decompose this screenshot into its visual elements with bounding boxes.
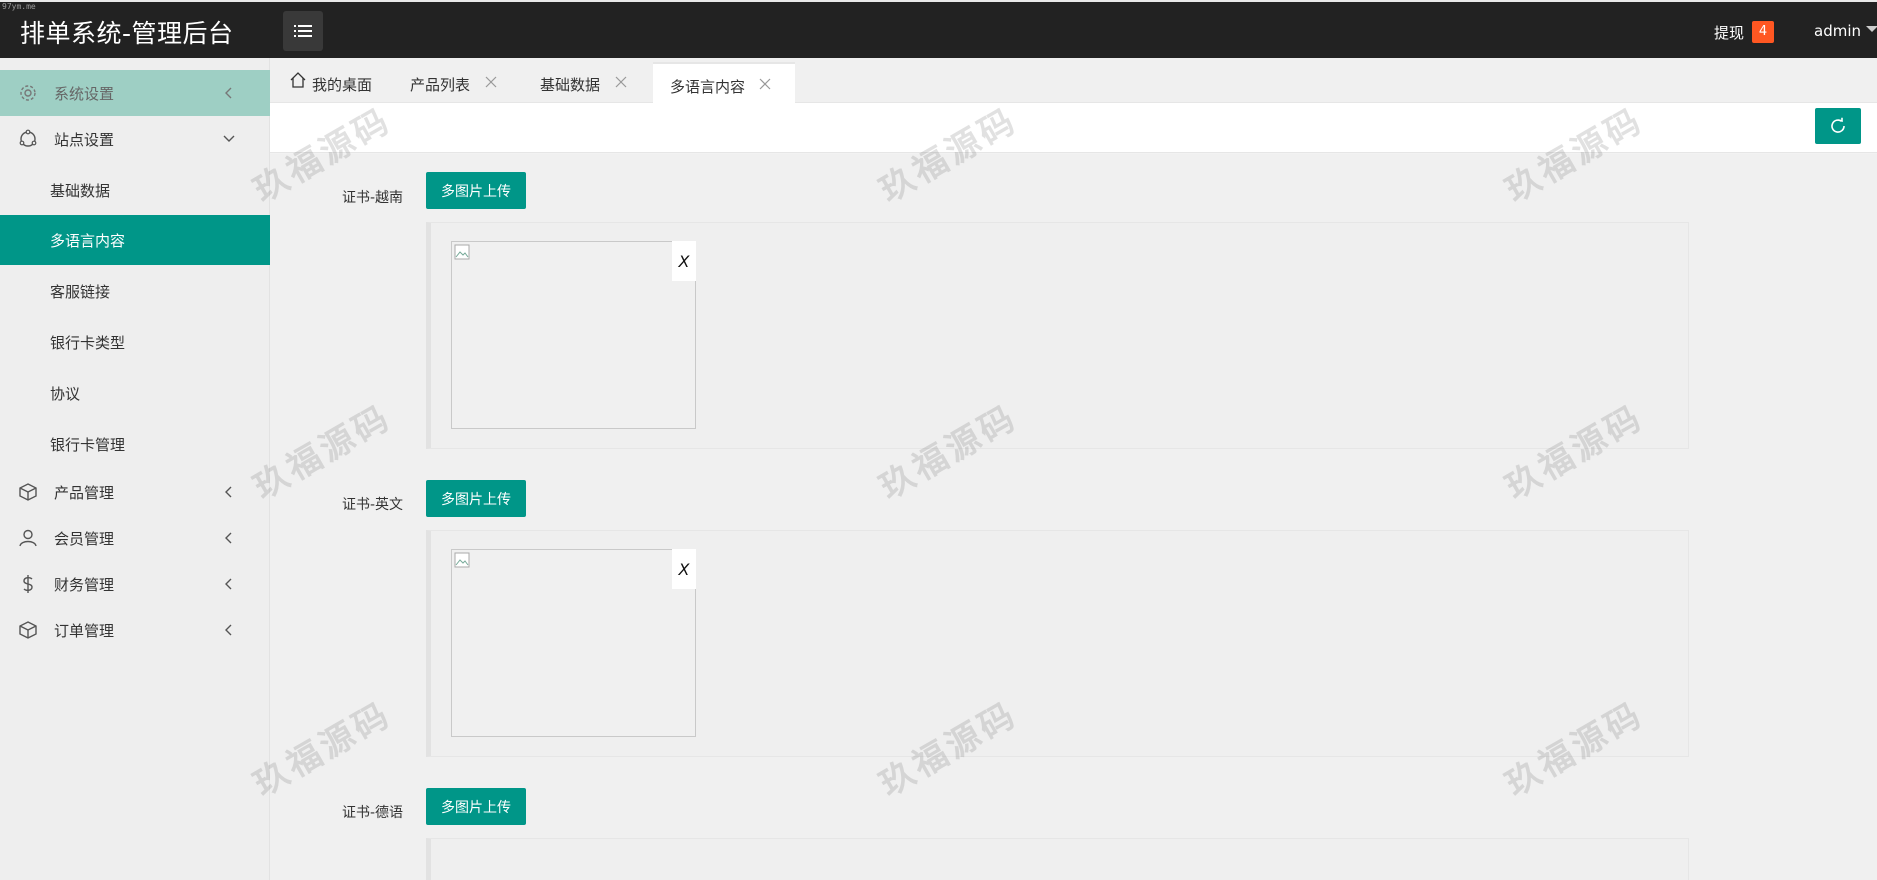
refresh-icon xyxy=(1831,117,1845,133)
tab-bar: 我的桌面 产品列表 基础数据 多语言内容 xyxy=(270,58,1877,103)
sidebar-subitem-bank-card-management[interactable]: 银行卡管理 xyxy=(0,419,270,469)
sidebar-subitem-label: 客服链接 xyxy=(50,283,111,301)
sidebar-subitem-label: 基础数据 xyxy=(50,182,111,200)
sidebar-subitem-label: 银行卡类型 xyxy=(50,334,126,352)
box-icon xyxy=(19,483,37,501)
sidebar-subitem-service-link[interactable]: 客服链接 xyxy=(0,266,270,316)
sidebar-subitem-label: 银行卡管理 xyxy=(50,436,126,454)
withdraw-count-badge: 4 xyxy=(1752,21,1774,43)
multi-image-upload-button[interactable]: 多图片上传 xyxy=(426,172,526,209)
tab-product-list[interactable]: 产品列表 xyxy=(386,62,516,103)
sidebar-subitem-label: 多语言内容 xyxy=(50,232,126,250)
sidebar-subitem-multilang-content[interactable]: 多语言内容 xyxy=(0,215,270,265)
chevron-left-icon xyxy=(225,578,232,590)
chevron-left-icon xyxy=(225,532,232,544)
content-toolbar xyxy=(270,103,1877,153)
sidebar-item-label: 产品管理 xyxy=(54,483,115,502)
sidebar-item-label: 站点设置 xyxy=(54,130,115,149)
sidebar-item-label: 会员管理 xyxy=(54,529,115,548)
app-title: 排单系统-管理后台 xyxy=(20,19,234,48)
tab-basic-data[interactable]: 基础数据 xyxy=(516,62,646,103)
withdraw-link[interactable]: 提现 xyxy=(1714,22,1744,43)
close-icon[interactable] xyxy=(758,77,772,91)
tab-label: 产品列表 xyxy=(410,76,471,94)
tab-label: 基础数据 xyxy=(540,76,601,94)
menu-toggle-button[interactable] xyxy=(283,11,323,51)
sidebar-item-label: 财务管理 xyxy=(54,575,115,594)
chevron-left-icon xyxy=(225,87,232,99)
image-list-panel: X xyxy=(426,530,1689,757)
tab-label: 我的桌面 xyxy=(312,76,373,94)
image-list-panel xyxy=(426,838,1689,880)
dollar-icon xyxy=(23,575,33,593)
broken-image-icon xyxy=(454,244,470,260)
image-list-panel: X xyxy=(426,222,1689,449)
user-icon xyxy=(19,529,37,547)
delete-image-button[interactable]: X xyxy=(672,549,696,589)
sidebar-item-label: 订单管理 xyxy=(54,621,115,640)
refresh-button[interactable] xyxy=(1815,108,1861,144)
uploaded-image xyxy=(451,241,696,429)
gear-icon xyxy=(20,85,36,101)
sidebar-item-site-settings[interactable]: 站点设置 xyxy=(0,116,270,162)
list-menu-icon xyxy=(294,25,312,37)
home-icon xyxy=(290,72,306,88)
sidebar-subitem-agreement[interactable]: 协议 xyxy=(0,368,270,418)
broken-image-icon xyxy=(454,552,470,568)
order-box-icon xyxy=(19,621,37,639)
multi-image-upload-button[interactable]: 多图片上传 xyxy=(426,788,526,825)
sidebar-subitem-bank-card-type[interactable]: 银行卡类型 xyxy=(0,317,270,367)
sidebar-item-product-management[interactable]: 产品管理 xyxy=(0,469,270,515)
sidebar-subitem-basic-data[interactable]: 基础数据 xyxy=(0,165,270,215)
multi-image-upload-button[interactable]: 多图片上传 xyxy=(426,480,526,517)
tab-my-desktop[interactable]: 我的桌面 xyxy=(270,62,386,103)
uploaded-image xyxy=(451,549,696,737)
corner-watermark-text: 97ym.me xyxy=(2,2,36,11)
sidebar-item-member-management[interactable]: 会员管理 xyxy=(0,515,270,561)
sidebar: 系统设置 站点设置 基础数据 多语言内容 客服链接 银行卡类型 协议 银行卡管理… xyxy=(0,58,270,880)
delete-image-button[interactable]: X xyxy=(672,241,696,281)
tab-label: 多语言内容 xyxy=(670,78,746,96)
sidebar-item-finance-management[interactable]: 财务管理 xyxy=(0,561,270,607)
chevron-left-icon xyxy=(225,486,232,498)
user-menu[interactable]: admin xyxy=(1814,22,1861,40)
tab-multilang-content[interactable]: 多语言内容 xyxy=(653,62,795,103)
chevron-down-icon xyxy=(223,135,235,142)
top-bar: 97ym.me 排单系统-管理后台 提现 4 admin xyxy=(0,0,1877,58)
section-label-german: 证书-德语 xyxy=(342,805,404,821)
site-icon xyxy=(19,129,37,147)
chevron-left-icon xyxy=(225,624,232,636)
close-icon[interactable] xyxy=(484,75,498,89)
close-icon[interactable] xyxy=(614,75,628,89)
sidebar-subitem-label: 协议 xyxy=(50,385,81,403)
sidebar-item-system-settings[interactable]: 系统设置 xyxy=(0,70,270,116)
sidebar-item-order-management[interactable]: 订单管理 xyxy=(0,607,270,653)
section-label-vietnam: 证书-越南 xyxy=(342,190,404,206)
sidebar-item-label: 系统设置 xyxy=(54,84,115,103)
section-label-english: 证书-英文 xyxy=(342,497,404,513)
caret-down-icon[interactable] xyxy=(1866,26,1877,32)
